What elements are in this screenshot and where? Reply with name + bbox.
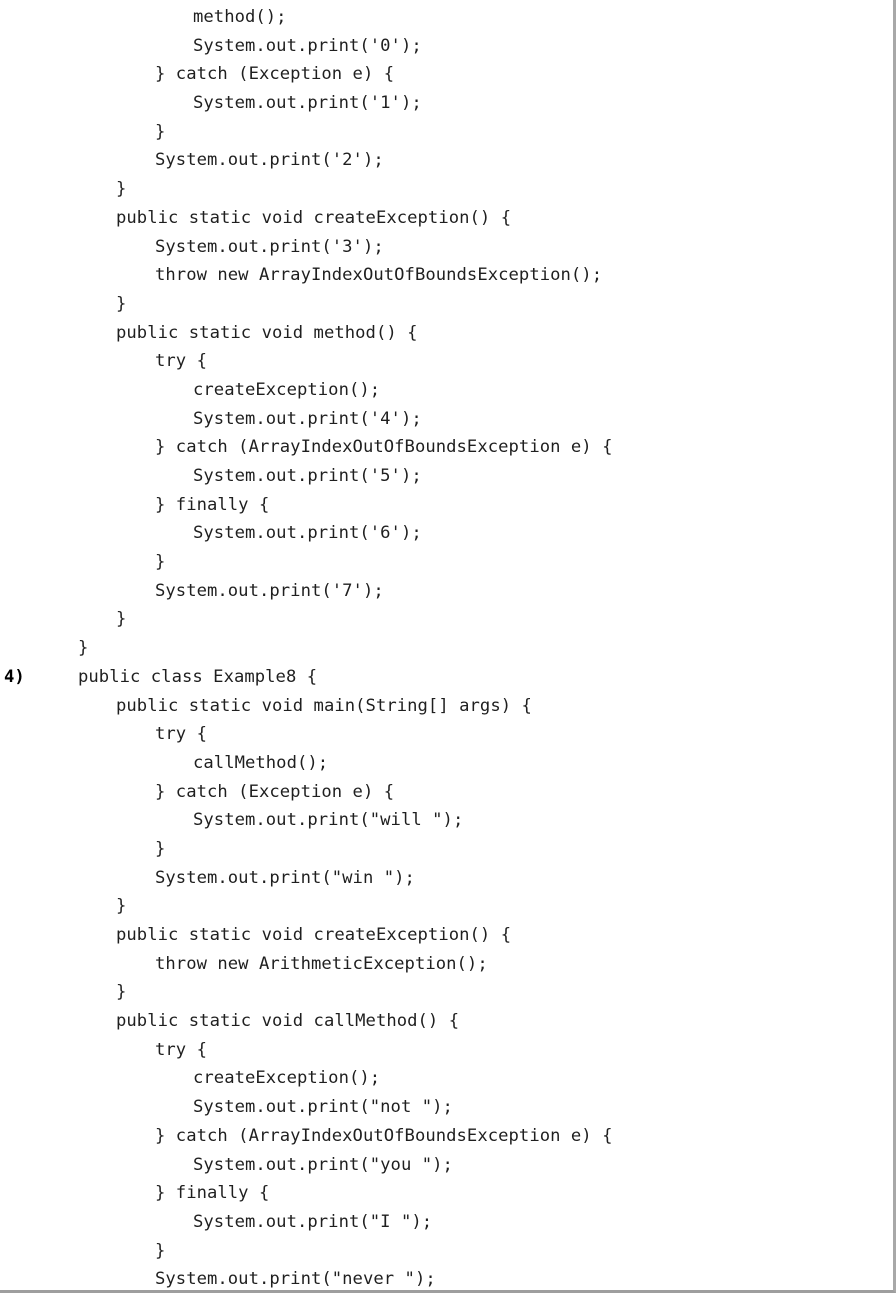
code-line-text: public static void main(String[] args) { xyxy=(116,695,532,716)
code-line: callMethod(); xyxy=(0,749,878,778)
code-line-text: callMethod(); xyxy=(193,752,329,773)
code-line-text: throw new ArrayIndexOutOfBoundsException… xyxy=(155,265,603,286)
code-line: public static void callMethod() { xyxy=(0,1007,878,1036)
code-line-text: System.out.print('5'); xyxy=(193,466,422,486)
code-line: method(); xyxy=(0,3,878,32)
code-line: public static void createException() { xyxy=(0,204,878,233)
code-line: System.out.print('4'); xyxy=(0,405,878,434)
code-line-text: try { xyxy=(155,351,207,372)
code-line-text: System.out.print("never "); xyxy=(155,1269,436,1290)
code-line-text: public static void createException() { xyxy=(116,925,512,945)
code-line: System.out.print('0'); xyxy=(0,32,878,61)
code-line-text: System.out.print('1'); xyxy=(193,93,422,114)
code-line: } xyxy=(0,978,878,1007)
code-line: } catch (Exception e) { xyxy=(0,60,878,89)
code-line: } xyxy=(0,118,878,147)
code-line: System.out.print("never "); xyxy=(0,1265,878,1294)
code-line: System.out.print("I "); xyxy=(0,1208,878,1237)
question-number-marker: 4) xyxy=(4,666,25,687)
code-line: System.out.print('1'); xyxy=(0,89,878,118)
code-line: } xyxy=(0,634,878,663)
code-line: } xyxy=(0,1237,878,1266)
code-line-text: } xyxy=(155,1240,166,1261)
code-line-text: } xyxy=(116,293,127,314)
code-line-text: method(); xyxy=(193,7,287,27)
page-container: method(); System.out.print('0'); } catch (… xyxy=(0,0,896,1293)
code-line: } catch (ArrayIndexOutOfBoundsException … xyxy=(0,1122,878,1151)
code-line-text: } catch (ArrayIndexOutOfBoundsException … xyxy=(155,1125,613,1146)
code-line-text: public static void method() { xyxy=(116,322,418,343)
code-line: } finally { xyxy=(0,1179,878,1208)
code-line: } finally { xyxy=(0,491,878,520)
code-line: public static void main(String[] args) { xyxy=(0,692,878,721)
code-line: createException(); xyxy=(0,376,878,405)
code-line: 4) public class Example8 { xyxy=(0,663,878,692)
code-line: public static void method() { xyxy=(0,319,878,348)
code-line-text: } finally { xyxy=(155,1183,270,1204)
code-line-text: System.out.print("will "); xyxy=(193,810,464,831)
code-line-text: } xyxy=(116,982,127,1003)
code-line: public static void createException() { xyxy=(0,921,878,950)
code-line: } xyxy=(0,892,878,921)
code-line-text: } xyxy=(116,179,127,200)
code-line: System.out.print("win "); xyxy=(0,864,878,893)
code-line-text: System.out.print('6'); xyxy=(193,523,422,544)
code-line-text: System.out.print("you "); xyxy=(193,1154,453,1175)
code-line-text: } xyxy=(155,838,166,859)
code-line: System.out.print("not "); xyxy=(0,1093,878,1122)
code-line: System.out.print('5'); xyxy=(0,462,878,491)
code-line: } xyxy=(0,835,878,864)
code-line-text: } xyxy=(155,121,166,142)
code-line-text: System.out.print('0'); xyxy=(193,35,422,56)
code-line-text: } xyxy=(78,638,89,659)
code-line-text: System.out.print('4'); xyxy=(193,408,422,429)
code-line-text: System.out.print('2'); xyxy=(155,150,384,171)
code-line-text: } catch (Exception e) { xyxy=(155,64,395,85)
code-line-text: } xyxy=(155,552,166,573)
code-line-text: } catch (ArrayIndexOutOfBoundsException … xyxy=(155,437,613,458)
code-line-text: } xyxy=(116,896,127,917)
code-line-text: } finally { xyxy=(155,494,270,515)
code-line-text: try { xyxy=(155,724,207,745)
code-line-text: System.out.print('7'); xyxy=(155,580,384,601)
code-line: createException(); xyxy=(0,1064,878,1093)
code-line-text: try { xyxy=(155,1039,207,1060)
code-line-text: System.out.print("not "); xyxy=(193,1097,453,1118)
code-line-text: createException(); xyxy=(193,1068,381,1089)
code-line: System.out.print('7'); xyxy=(0,577,878,606)
code-line-text: } catch (Exception e) { xyxy=(155,781,395,802)
code-line-text: } xyxy=(116,609,127,630)
code-line-text: public static void createException() { xyxy=(116,207,512,228)
code-line: } catch (ArrayIndexOutOfBoundsException … xyxy=(0,433,878,462)
code-line: } catch (Exception e) { xyxy=(0,778,878,807)
code-line: throw new ArrayIndexOutOfBoundsException… xyxy=(0,261,878,290)
code-line: System.out.print('2'); xyxy=(0,146,878,175)
code-line-text: throw new ArithmeticException(); xyxy=(155,953,488,974)
code-line: try { xyxy=(0,347,878,376)
code-line-text: System.out.print('3'); xyxy=(155,236,384,257)
code-line: throw new ArithmeticException(); xyxy=(0,950,878,979)
code-line: System.out.print("you "); xyxy=(0,1151,878,1180)
code-line: try { xyxy=(0,720,878,749)
code-line: try { xyxy=(0,1036,878,1065)
code-line: System.out.print('6'); xyxy=(0,519,878,548)
code-listing: method(); System.out.print('0'); } catch (… xyxy=(0,0,878,1294)
code-line: } xyxy=(0,605,878,634)
code-line: } xyxy=(0,290,878,319)
code-line-text: createException(); xyxy=(193,379,381,400)
code-line-text: System.out.print("I "); xyxy=(193,1211,433,1232)
code-line: } xyxy=(0,175,878,204)
code-line: System.out.print('3'); xyxy=(0,233,878,262)
code-line: } xyxy=(0,548,878,577)
code-line: System.out.print("will "); xyxy=(0,806,878,835)
code-line-text: System.out.print("win "); xyxy=(155,867,415,888)
code-line-text: public static void callMethod() { xyxy=(116,1011,460,1032)
